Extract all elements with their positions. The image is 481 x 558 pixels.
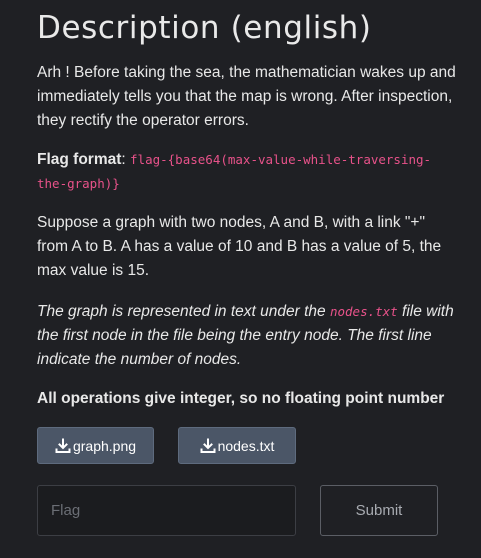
submit-button[interactable]: Submit <box>320 485 438 536</box>
download-label: nodes.txt <box>217 437 275 454</box>
download-nodes-txt-button[interactable]: nodes.txt <box>178 427 296 464</box>
graph-note-before: The graph is represented in text under t… <box>37 303 330 320</box>
flag-format-label: Flag format <box>37 151 122 168</box>
download-label: graph.png <box>72 437 137 454</box>
download-graph-png-button[interactable]: graph.png <box>37 427 154 464</box>
download-icon <box>200 438 216 454</box>
flag-format-separator: : <box>121 151 131 168</box>
page-title: Description (english) <box>37 10 372 46</box>
graph-note-text: The graph is represented in text under t… <box>37 300 457 372</box>
flag-input[interactable] <box>37 485 296 536</box>
download-icon <box>55 438 71 454</box>
intro-text: Arh ! Before taking the sea, the mathema… <box>37 64 456 129</box>
example-text: Suppose a graph with two nodes, A and B,… <box>37 214 442 279</box>
integer-note-text: All operations give integer, so no float… <box>37 390 445 407</box>
nodes-file-code: nodes.txt <box>329 304 398 319</box>
flag-format-text: Flag format: flag-{base64(max-value-whil… <box>37 148 457 196</box>
